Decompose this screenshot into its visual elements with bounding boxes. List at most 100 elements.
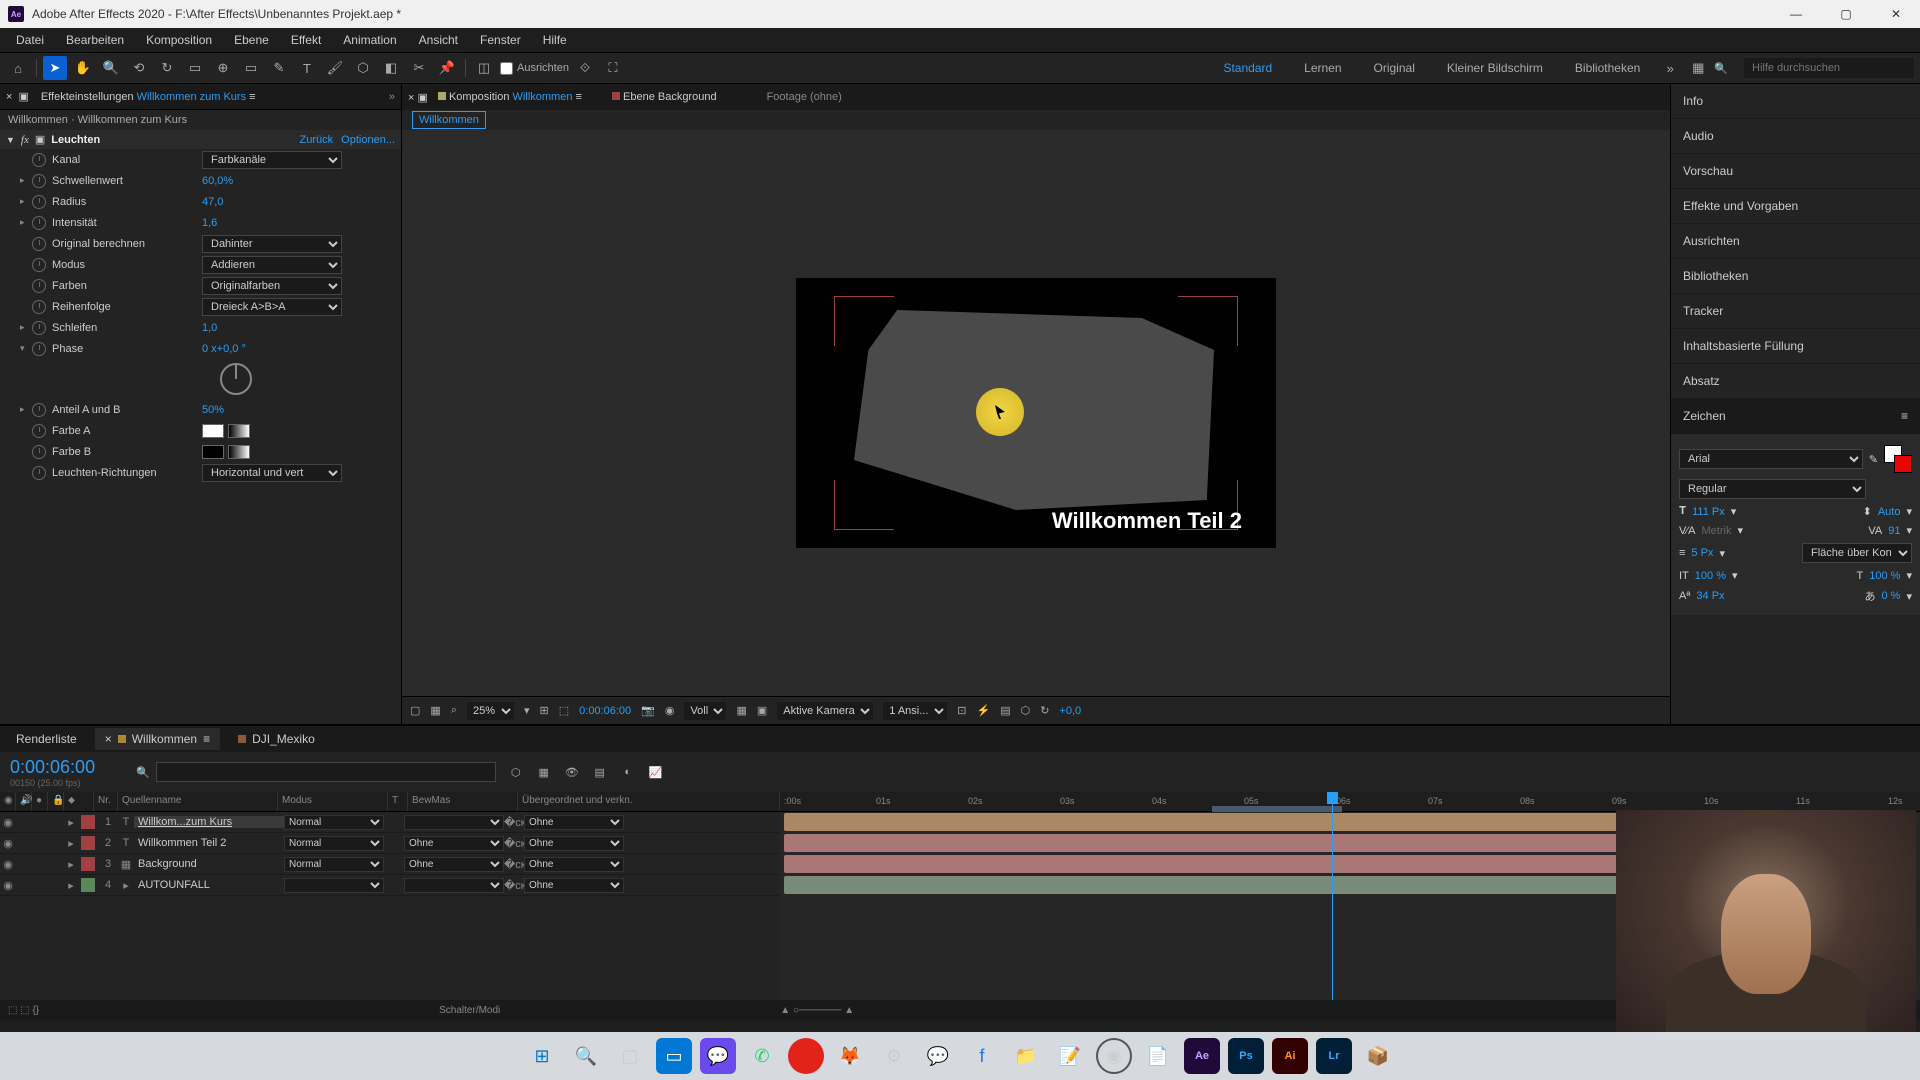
exposure-value[interactable]: +0,0	[1059, 705, 1081, 717]
start-button[interactable]: ⊞	[524, 1038, 560, 1074]
facebook-icon[interactable]: f	[964, 1038, 1000, 1074]
panel-fill[interactable]: Inhaltsbasierte Füllung	[1671, 329, 1920, 364]
stopwatch-icon[interactable]	[32, 424, 46, 438]
menu-ebene[interactable]: Ebene	[224, 29, 279, 51]
effect-options-link[interactable]: Optionen...	[341, 134, 395, 146]
firefox-icon[interactable]: 🦊	[832, 1038, 868, 1074]
comp-tab-footage[interactable]: Footage (ohne)	[767, 91, 842, 103]
camera-dropdown[interactable]: Aktive Kamera	[777, 702, 873, 720]
dropdown-kanal[interactable]: Farbkanäle	[202, 151, 342, 169]
after-effects-taskbar-icon[interactable]: Ae	[1184, 1038, 1220, 1074]
hscale-value[interactable]: 100 %	[1869, 570, 1900, 582]
hide-shy-icon[interactable]: 👁	[562, 762, 582, 782]
current-time-display[interactable]: 0:00:06:00 00150 (25.00 fps)	[0, 757, 130, 788]
puppet-tool-icon[interactable]: 📌	[435, 56, 459, 80]
eyedropper-a-icon[interactable]	[228, 424, 250, 438]
close-button[interactable]: ✕	[1880, 4, 1912, 24]
transparency-icon[interactable]: ▦	[736, 704, 746, 717]
panel-close-icon[interactable]: ×	[6, 91, 12, 103]
app-icon-red[interactable]	[788, 1038, 824, 1074]
roi-icon[interactable]: ⬚	[559, 704, 569, 717]
panel-zeichen-header[interactable]: Zeichen≡	[1671, 399, 1920, 434]
extend-icon[interactable]: ⛶	[601, 56, 625, 80]
panel-tracker[interactable]: Tracker	[1671, 294, 1920, 329]
align-checkbox[interactable]: Ausrichten	[500, 62, 569, 75]
layer-row[interactable]: ◉ ▸ 1 T Willkom...zum Kurs Normal �ской …	[0, 812, 780, 833]
stopwatch-icon[interactable]	[32, 342, 46, 356]
panel-effekte[interactable]: Effekte und Vorgaben	[1671, 189, 1920, 224]
task-view-icon[interactable]: ▢	[612, 1038, 648, 1074]
value-intensitaet[interactable]: 1,6	[202, 217, 217, 229]
dropdown-original[interactable]: Dahinter	[202, 235, 342, 253]
baseline-value[interactable]: 34 Px	[1696, 590, 1724, 602]
orbit-tool-icon[interactable]: ⟲	[127, 56, 151, 80]
help-search-input[interactable]	[1744, 58, 1914, 78]
brush-tool-icon[interactable]: 🖌	[323, 56, 347, 80]
value-schleifen[interactable]: 1,0	[202, 322, 217, 334]
composition-viewer[interactable]: Willkommen Teil 2	[402, 130, 1670, 696]
stopwatch-icon[interactable]	[32, 195, 46, 209]
work-area-bar[interactable]	[1212, 806, 1342, 812]
tab-dji[interactable]: DJI_Mexiko	[228, 728, 325, 750]
flowchart-icon[interactable]: ⬡	[1021, 704, 1031, 717]
camera-tool-icon[interactable]: ▭	[183, 56, 207, 80]
leading-value[interactable]: Auto	[1878, 506, 1901, 518]
font-size-value[interactable]: 111 Px	[1692, 506, 1725, 518]
value-phase[interactable]: 0 x+0,0 °	[202, 343, 246, 355]
effect-reset-link[interactable]: Zurück	[300, 134, 334, 146]
stopwatch-icon[interactable]	[32, 279, 46, 293]
stopwatch-icon[interactable]	[32, 403, 46, 417]
snapping-options-icon[interactable]: ⟐	[573, 56, 597, 80]
layer-row[interactable]: ◉ ▸ 3 ▦ Background Normal Ohne �ской Ohn…	[0, 854, 780, 875]
workspace-original[interactable]: Original	[1360, 57, 1429, 79]
menu-hilfe[interactable]: Hilfe	[533, 29, 577, 51]
stopwatch-icon[interactable]	[32, 445, 46, 459]
layer-row[interactable]: ◉ ▸ 2 T Willkommen Teil 2 Normal Ohne �с…	[0, 833, 780, 854]
comp-mini-flowchart-icon[interactable]: ⬡	[506, 762, 526, 782]
stopwatch-icon[interactable]	[32, 300, 46, 314]
selection-tool-icon[interactable]: ➤	[43, 56, 67, 80]
layer-search-input[interactable]	[156, 762, 496, 782]
comp-tab-layer[interactable]: Ebene Background	[612, 91, 717, 103]
playhead[interactable]	[1332, 792, 1333, 1000]
stopwatch-icon[interactable]	[32, 174, 46, 188]
snap-icon[interactable]: ◫	[472, 56, 496, 80]
menu-ansicht[interactable]: Ansicht	[409, 29, 468, 51]
font-style-dropdown[interactable]: Regular	[1679, 479, 1866, 499]
stopwatch-icon[interactable]	[32, 466, 46, 480]
guides-icon[interactable]: ⌕	[451, 704, 457, 717]
minimize-button[interactable]: —	[1780, 4, 1812, 24]
stopwatch-icon[interactable]	[32, 237, 46, 251]
zoom-slider[interactable]: ▲ ○────── ▲	[780, 1005, 854, 1016]
menu-effekt[interactable]: Effekt	[281, 29, 331, 51]
layer-row[interactable]: ◉ ▸ 4 ▸ AUTOUNFALL �ской Ohne	[0, 875, 780, 896]
tab-renderliste[interactable]: Renderliste	[6, 728, 87, 750]
panel-lock-icon[interactable]: ▣	[18, 90, 28, 103]
shape-tool-icon[interactable]: ▭	[239, 56, 263, 80]
maximize-button[interactable]: ▢	[1830, 4, 1862, 24]
zoom-dropdown[interactable]: 25%	[467, 702, 514, 720]
menu-datei[interactable]: Datei	[6, 29, 54, 51]
home-icon[interactable]: ⌂	[6, 56, 30, 80]
menu-komposition[interactable]: Komposition	[136, 29, 222, 51]
explorer-icon[interactable]: ▭	[656, 1038, 692, 1074]
hand-tool-icon[interactable]: ✋	[71, 56, 95, 80]
panel-audio[interactable]: Audio	[1671, 119, 1920, 154]
effect-header[interactable]: ▼ fx ▣ Leuchten Zurück Optionen...	[0, 130, 401, 149]
stroke-mode-dropdown[interactable]: Fläche über Kon...	[1802, 543, 1912, 563]
dropdown-modus[interactable]: Addieren	[202, 256, 342, 274]
messenger-icon[interactable]: 💬	[920, 1038, 956, 1074]
app-icon-grey[interactable]: ⚙	[876, 1038, 912, 1074]
panel-absatz[interactable]: Absatz	[1671, 364, 1920, 399]
stopwatch-icon[interactable]	[32, 153, 46, 167]
dropdown-richtungen[interactable]: Horizontal und vert	[202, 464, 342, 482]
eraser-tool-icon[interactable]: ◧	[379, 56, 403, 80]
panel-overflow-icon[interactable]: »	[389, 91, 395, 103]
workspace-klein[interactable]: Kleiner Bildschirm	[1433, 57, 1557, 79]
pixel-aspect-icon[interactable]: ⊡	[957, 704, 966, 717]
teams-icon[interactable]: 💬	[700, 1038, 736, 1074]
switcher-label[interactable]: Schalter/Modi	[439, 1005, 500, 1016]
folder-icon[interactable]: 📁	[1008, 1038, 1044, 1074]
snapshot-icon[interactable]: 📷	[641, 704, 655, 717]
vscale-value[interactable]: 100 %	[1695, 570, 1726, 582]
